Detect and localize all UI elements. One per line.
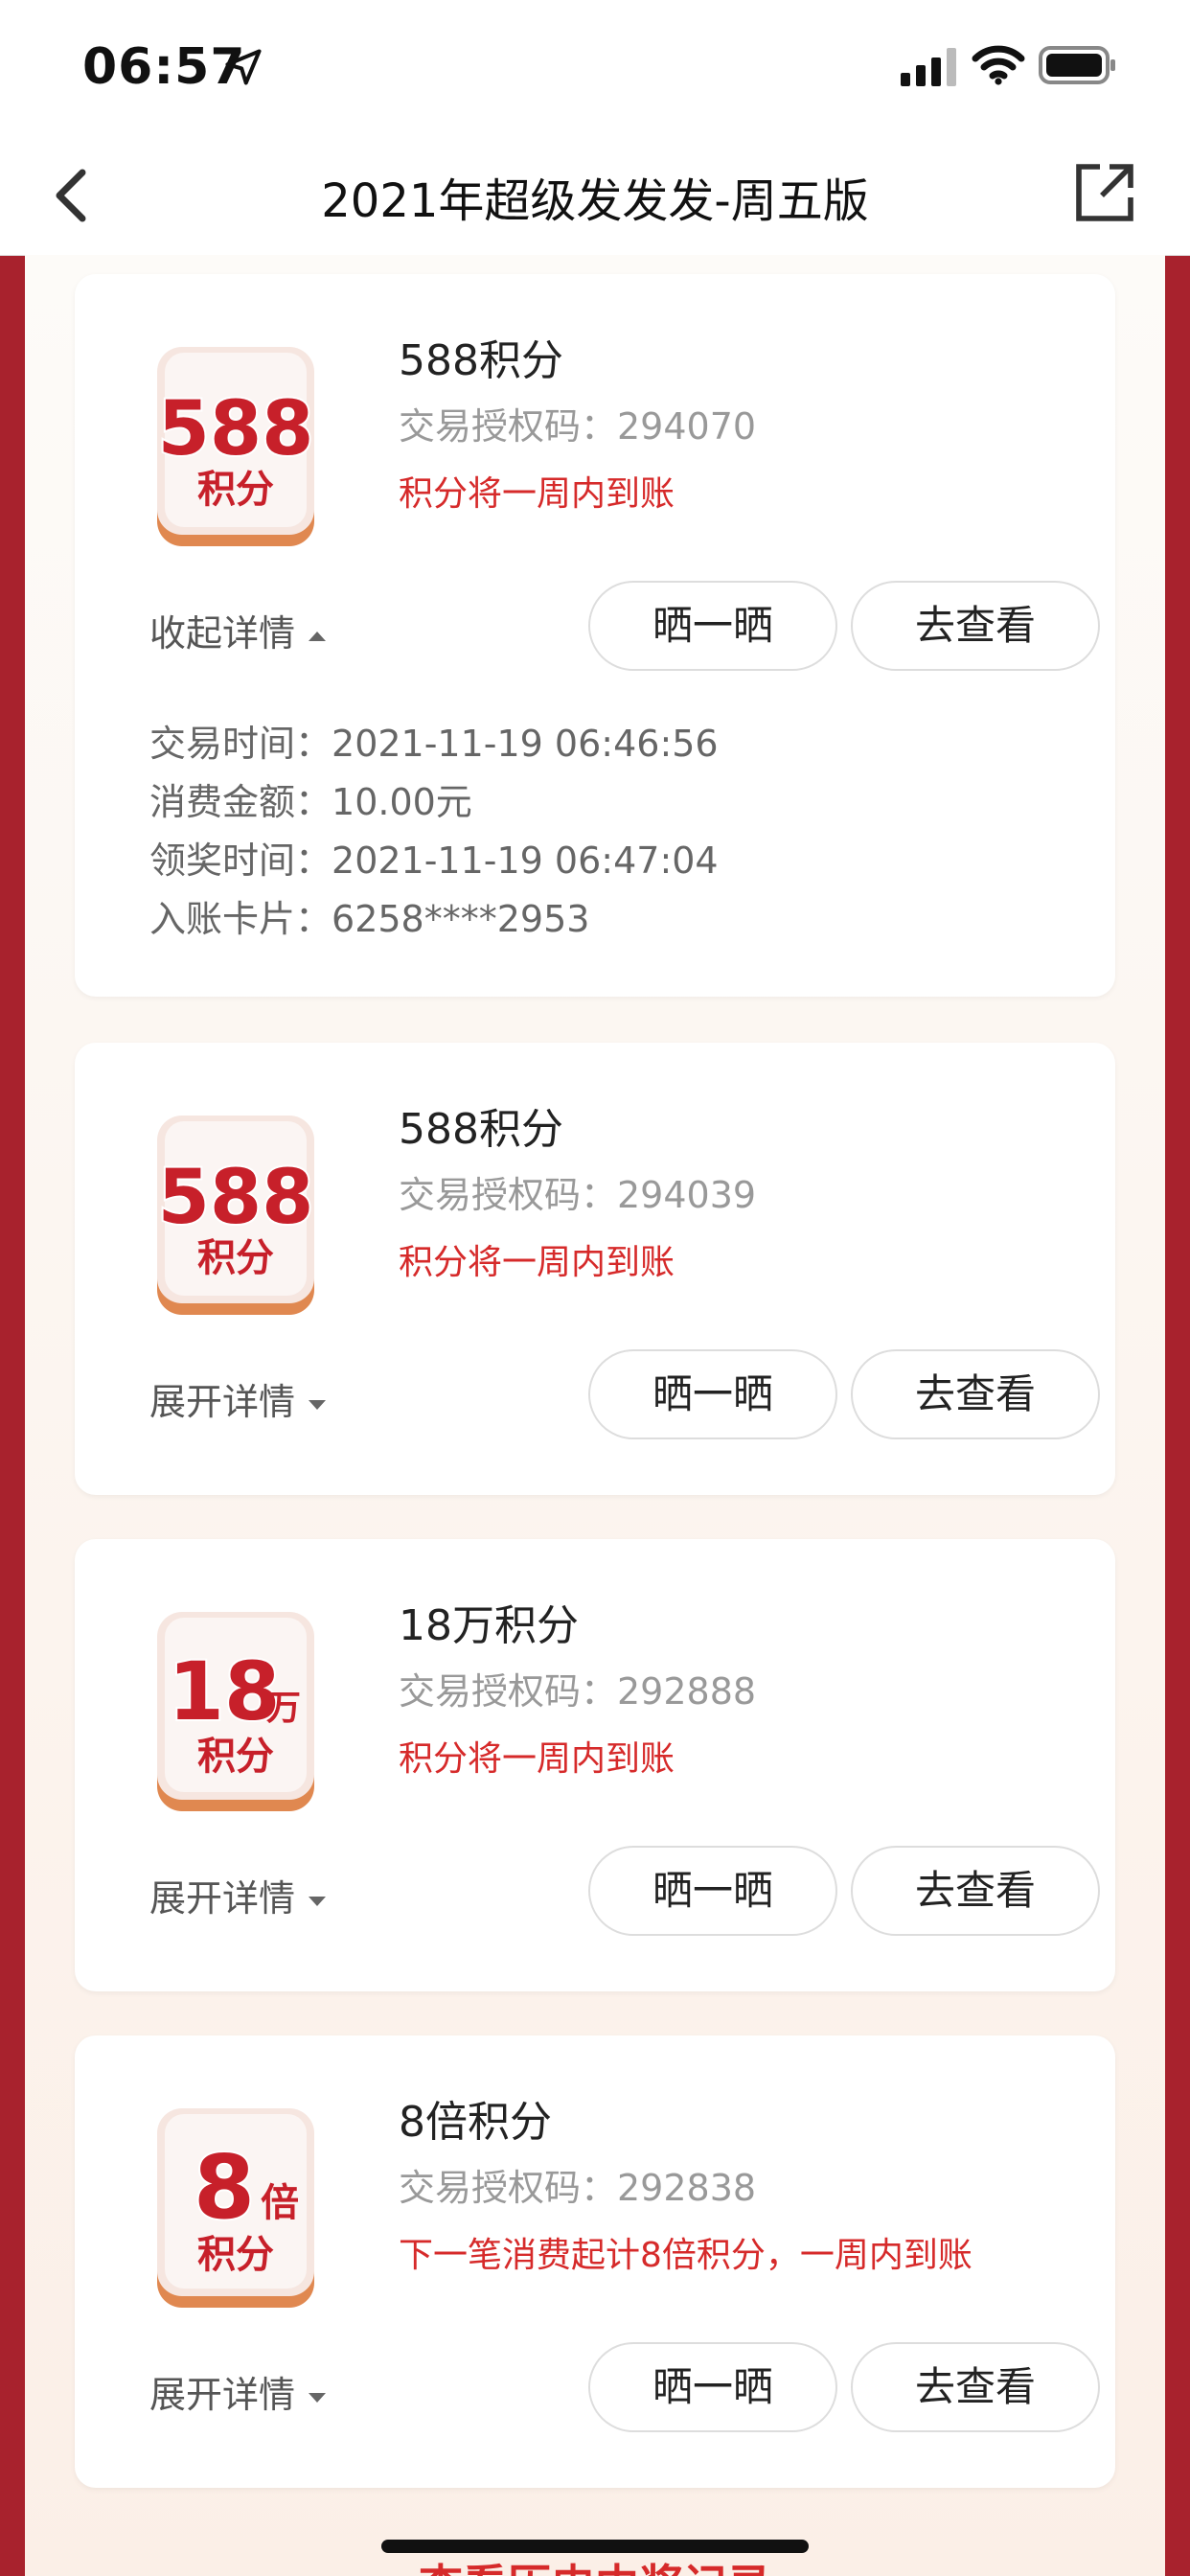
caret-down-icon [309,1896,327,1906]
points-8x-badge-icon: 8 倍 积分 [157,2108,314,2308]
share-button[interactable]: 晒一晒 [588,1349,837,1439]
svg-text:积分: 积分 [197,468,274,512]
authorization-code: 交易授权码：294070 [399,405,757,448]
svg-text:588: 588 [158,1155,314,1241]
svg-text:18: 18 [169,1644,281,1738]
authorization-code: 交易授权码：292838 [399,2167,757,2209]
collapse-details-toggle[interactable]: 收起详情 [149,604,327,656]
history-records-link[interactable]: 查看历史中奖记录 [0,2551,1190,2576]
view-button[interactable]: 去查看 [851,1349,1100,1439]
authorization-code: 交易授权码：292888 [399,1670,757,1713]
caret-down-icon [309,1399,327,1410]
svg-text:万: 万 [266,1689,301,1728]
svg-text:积分: 积分 [197,2233,274,2277]
wifi-icon [972,45,1025,85]
cellular-signal-icon [901,48,956,86]
points-588-badge-icon: 588 积分 [156,1116,315,1315]
navigation-bar: 2021年超级发发发-周五版 [0,134,1190,256]
arrival-note: 下一笔消费起计8倍积分，一周内到账 [399,2236,973,2275]
prize-title: 588积分 [399,1105,563,1154]
detail-row: 交易时间：2021-11-19 06:46:56 [149,723,719,765]
prize-list: 588 积分 588积分 交易授权码：294070 积分将一周内到账 收起详情 … [25,255,1165,2576]
prize-card: 588 积分 588积分 交易授权码：294039 积分将一周内到账 展开详情 … [75,1043,1115,1495]
prize-title: 588积分 [399,336,563,385]
view-button[interactable]: 去查看 [851,1846,1100,1936]
svg-text:8: 8 [194,2136,255,2239]
caret-up-icon [309,631,327,641]
svg-text:积分: 积分 [197,1236,274,1280]
points-588-badge-icon: 588 积分 [156,347,315,546]
prize-title: 8倍积分 [399,2098,552,2147]
prize-card: 8 倍 积分 8倍积分 交易授权码：292838 下一笔消费起计8倍积分，一周内… [75,2036,1115,2488]
detail-row: 消费金额：10.00元 [149,781,472,823]
caret-down-icon [309,2392,327,2403]
expand-details-toggle[interactable]: 展开详情 [149,1372,327,1425]
detail-row: 领奖时间：2021-11-19 06:47:04 [149,840,719,882]
status-bar: 06:57 [0,0,1190,134]
expand-details-toggle[interactable]: 展开详情 [149,2365,327,2418]
prize-title: 18万积分 [399,1601,579,1650]
arrival-note: 积分将一周内到账 [399,1243,675,1282]
arrival-note: 积分将一周内到账 [399,1739,675,1779]
share-button[interactable]: 晒一晒 [588,1846,837,1936]
expand-details-toggle[interactable]: 展开详情 [149,1869,327,1921]
battery-icon [1039,46,1115,84]
svg-text:积分: 积分 [197,1735,274,1779]
home-indicator[interactable] [381,2540,809,2553]
detail-row: 入账卡片：6258****2953 [149,898,590,940]
view-button[interactable]: 去查看 [851,581,1100,671]
view-button[interactable]: 去查看 [851,2342,1100,2432]
share-icon[interactable] [1073,161,1136,224]
share-button[interactable]: 晒一晒 [588,581,837,671]
prize-card: 588 积分 588积分 交易授权码：294070 积分将一周内到账 收起详情 … [75,274,1115,997]
authorization-code: 交易授权码：294039 [399,1174,757,1216]
status-time: 06:57 [82,38,246,96]
points-180k-badge-icon: 18 万 积分 [157,1612,314,1811]
arrival-note: 积分将一周内到账 [399,474,675,514]
transaction-details: 交易时间：2021-11-19 06:46:56 消费金额：10.00元 领奖时… [149,715,719,949]
svg-text:倍: 倍 [261,2181,299,2225]
location-arrow-icon [225,49,262,85]
page-title: 2021年超级发发发-周五版 [321,174,869,228]
svg-text:588: 588 [158,386,314,472]
share-button[interactable]: 晒一晒 [588,2342,837,2432]
prize-card: 18 万 积分 18万积分 交易授权码：292888 积分将一周内到账 展开详情… [75,1539,1115,1991]
